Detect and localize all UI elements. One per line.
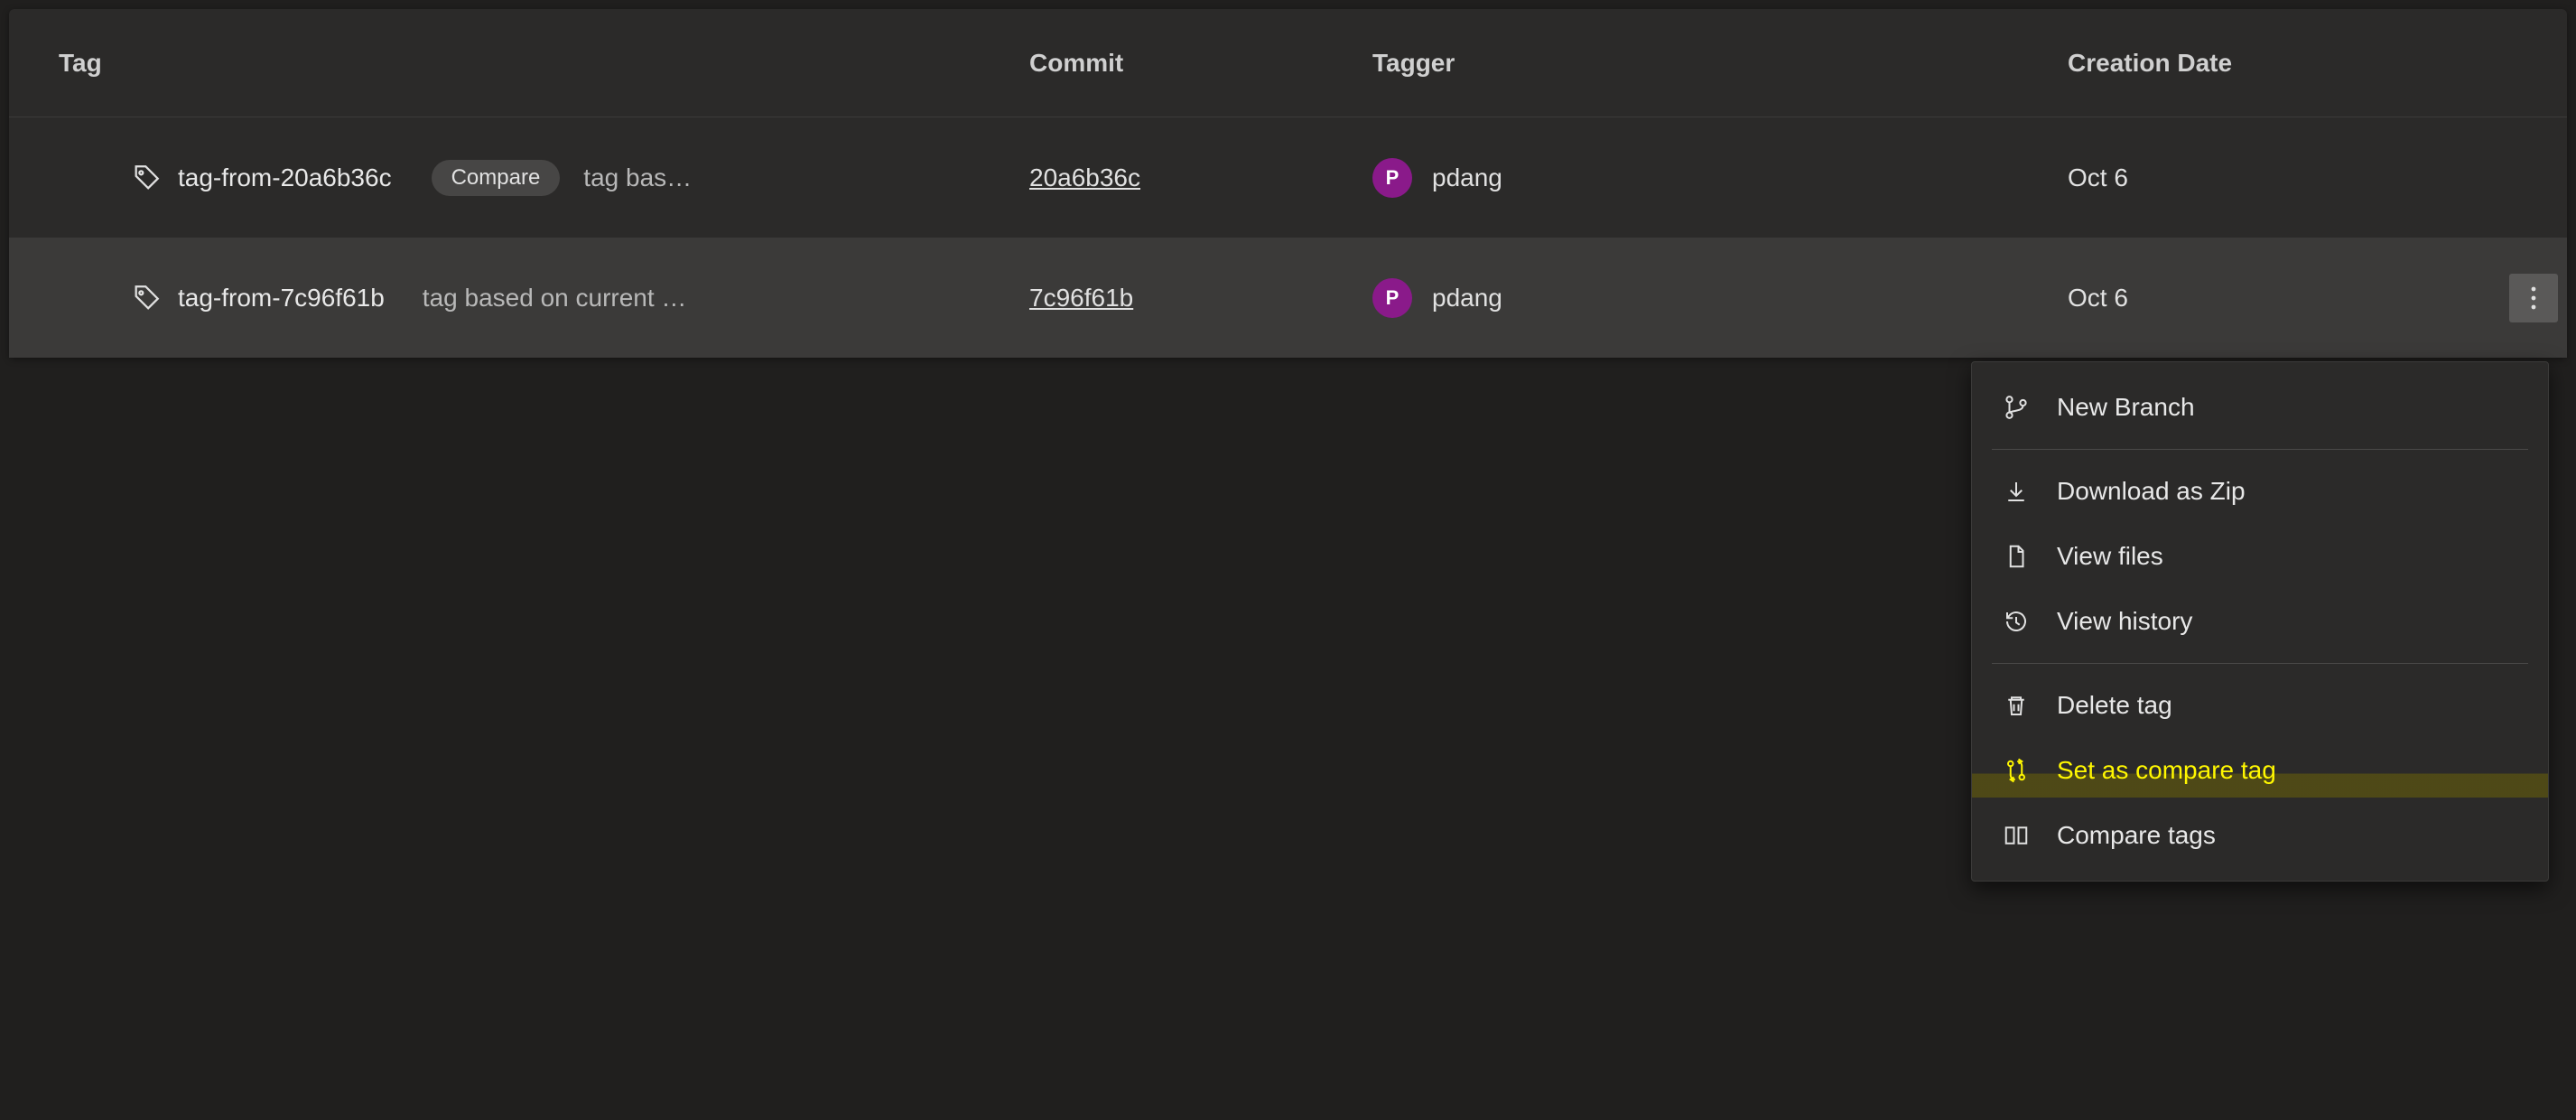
commit-cell: 20a6b36c: [1029, 163, 1372, 192]
compare-panels-icon: [2003, 822, 2030, 849]
kebab-icon: [2531, 286, 2536, 310]
col-header-tag[interactable]: Tag: [59, 49, 1029, 78]
tag-icon: [131, 283, 162, 313]
tag-name: tag-from-7c96f61b: [178, 284, 385, 313]
col-header-commit[interactable]: Commit: [1029, 49, 1372, 78]
menu-view-history[interactable]: View history: [1972, 589, 2548, 654]
tagger-cell: P pdang: [1372, 278, 2068, 318]
tags-table-panel: Tag Commit Tagger Creation Date tag-from…: [9, 9, 2567, 358]
menu-compare-tags[interactable]: Compare tags: [1972, 803, 2548, 868]
menu-label: View history: [2057, 607, 2192, 636]
menu-set-compare-tag[interactable]: Set as compare tag: [1972, 738, 2548, 803]
menu-label: View files: [2057, 542, 2163, 571]
col-header-creation-date[interactable]: Creation Date: [2068, 49, 2558, 78]
compare-button[interactable]: Compare: [432, 160, 561, 196]
tag-context-menu: New Branch Download as Zip View files Vi…: [1971, 361, 2549, 882]
trash-icon: [2003, 692, 2030, 719]
table-row[interactable]: tag-from-20a6b36c Compare tag bas… 20a6b…: [9, 117, 2567, 238]
menu-label: Delete tag: [2057, 691, 2172, 720]
tag-description: tag bas…: [583, 163, 692, 192]
menu-download-zip[interactable]: Download as Zip: [1972, 459, 2548, 524]
table-header-row: Tag Commit Tagger Creation Date: [9, 9, 2567, 117]
menu-new-branch[interactable]: New Branch: [1972, 375, 2548, 440]
date-cell: Oct 6: [2068, 163, 2558, 192]
tag-icon: [131, 163, 162, 193]
menu-label: New Branch: [2057, 393, 2195, 422]
commit-cell: 7c96f61b: [1029, 284, 1372, 313]
download-icon: [2003, 478, 2030, 505]
menu-separator: [1992, 663, 2528, 664]
tag-cell: tag-from-7c96f61b tag based on current …: [59, 283, 1029, 313]
menu-view-files[interactable]: View files: [1972, 524, 2548, 589]
avatar[interactable]: P: [1372, 158, 1412, 198]
branch-icon: [2003, 394, 2030, 421]
tagger-name: pdang: [1432, 163, 1502, 192]
tagger-cell: P pdang: [1372, 158, 2068, 198]
tagger-name: pdang: [1432, 284, 1502, 313]
menu-label: Compare tags: [2057, 821, 2216, 850]
table-row[interactable]: tag-from-7c96f61b tag based on current ……: [9, 238, 2567, 358]
file-icon: [2003, 543, 2030, 570]
creation-date: Oct 6: [2068, 284, 2128, 313]
menu-delete-tag[interactable]: Delete tag: [1972, 673, 2548, 738]
tag-description: tag based on current …: [423, 284, 687, 313]
history-icon: [2003, 608, 2030, 635]
creation-date: Oct 6: [2068, 163, 2128, 192]
compare-icon: [2003, 757, 2030, 784]
date-cell: Oct 6: [2068, 274, 2558, 322]
menu-label: Set as compare tag: [2057, 756, 2276, 785]
avatar[interactable]: P: [1372, 278, 1412, 318]
tag-name: tag-from-20a6b36c: [178, 163, 392, 192]
menu-label: Download as Zip: [2057, 477, 2246, 506]
tag-cell: tag-from-20a6b36c Compare tag bas…: [59, 160, 1029, 196]
commit-link[interactable]: 7c96f61b: [1029, 284, 1133, 312]
more-actions-button[interactable]: [2509, 274, 2558, 322]
commit-link[interactable]: 20a6b36c: [1029, 163, 1140, 191]
menu-separator: [1992, 449, 2528, 450]
col-header-tagger[interactable]: Tagger: [1372, 49, 2068, 78]
